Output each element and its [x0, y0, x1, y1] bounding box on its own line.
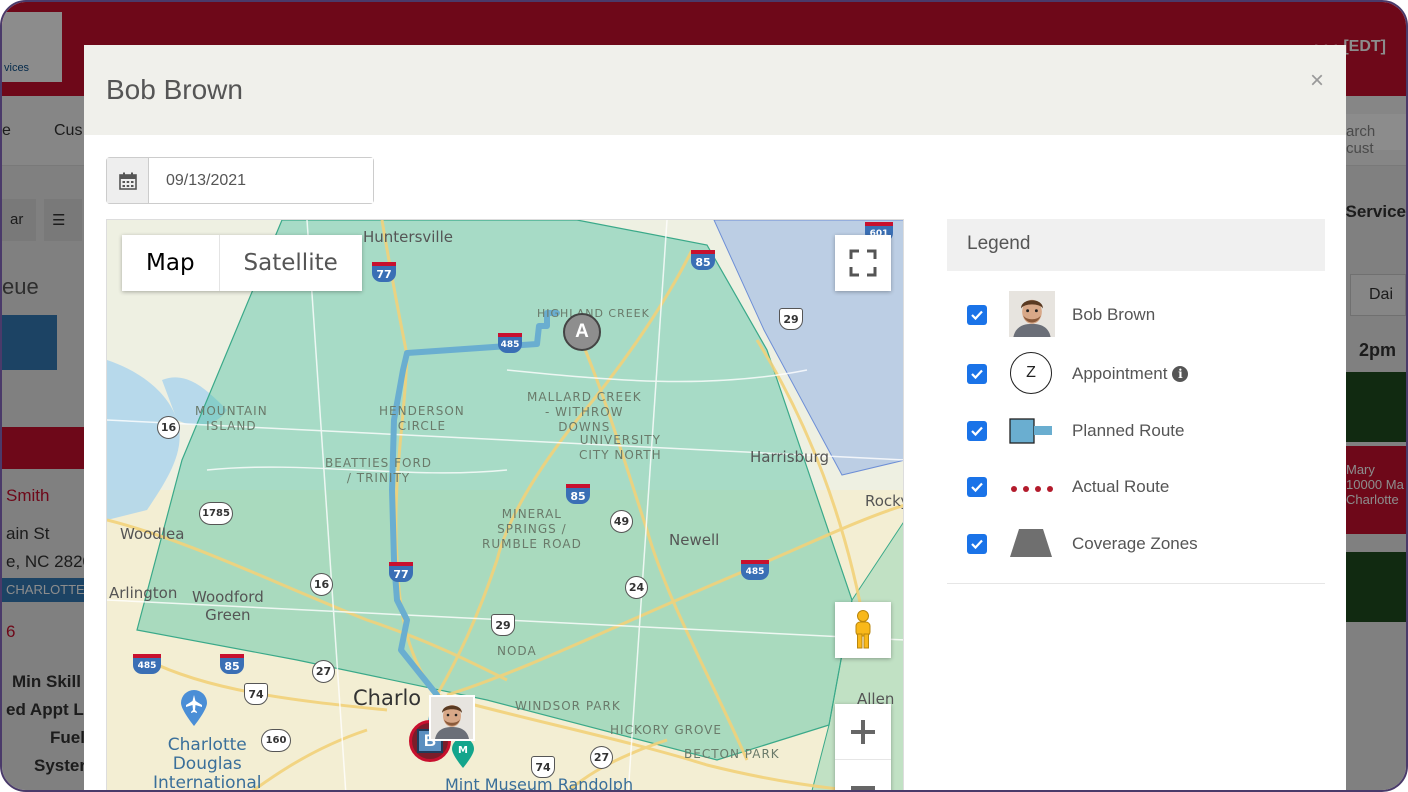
map-label-noda: NODA: [497, 644, 537, 658]
map-label-newell: Newell: [669, 531, 720, 549]
map-label-woodlea: Woodlea: [120, 525, 185, 543]
state-49-shield: 49: [610, 510, 633, 533]
street-view-pegman-button[interactable]: [835, 602, 891, 658]
zoom-in-button[interactable]: [835, 704, 891, 760]
legend-label-actual-route: Actual Route: [1072, 477, 1170, 496]
modal-title: Bob Brown: [106, 74, 243, 105]
appointment-marker-a[interactable]: A: [563, 313, 601, 351]
map-type-map-button[interactable]: Map: [122, 235, 220, 291]
state-1785-shield: 1785: [199, 502, 233, 525]
zoom-control: [835, 704, 891, 790]
planned-route-icon: [1009, 418, 1053, 449]
legend-checkbox-appointment[interactable]: [967, 364, 987, 384]
legend-checkbox-planned-route[interactable]: [967, 421, 987, 441]
close-button[interactable]: ×: [1310, 67, 1324, 95]
map-label-charlotte: Charlo: [353, 686, 422, 710]
interstate-485-shield: 485: [133, 654, 161, 674]
actual-route-icon: [1009, 481, 1055, 499]
interstate-85-shield: 85: [220, 654, 244, 674]
map-label-windsor-park: WINDSOR PARK: [515, 699, 621, 713]
date-field[interactable]: [149, 158, 373, 203]
map-label-arlington: Arlington: [109, 584, 178, 602]
state-27-shield: 27: [590, 746, 613, 769]
legend-label-appointment-text: Appointment: [1072, 364, 1168, 383]
svg-text:M: M: [458, 745, 468, 756]
map-type-satellite-button[interactable]: Satellite: [220, 235, 362, 291]
interstate-85-shield: 85: [566, 484, 590, 504]
map-label-harrisburg: Harrisburg: [750, 448, 829, 466]
legend-title: Legend: [947, 219, 1325, 271]
calendar-icon[interactable]: [107, 158, 149, 203]
interstate-485-shield: 485: [741, 560, 769, 580]
map-label-mallard-creek: MALLARD CREEK - WITHROW DOWNS: [527, 390, 642, 434]
check-icon: [971, 482, 983, 493]
technician-avatar-icon[interactable]: [429, 695, 475, 741]
date-picker[interactable]: [106, 157, 374, 204]
map-label-woodford-green: Woodford Green: [192, 588, 264, 624]
check-icon: [971, 426, 983, 437]
state-16-shield: 16: [310, 573, 333, 596]
check-icon: [971, 310, 983, 321]
us-74-shield: 74: [531, 756, 555, 778]
map-label-henderson-circle: HENDERSON CIRCLE: [379, 404, 465, 433]
minus-icon: [851, 786, 875, 790]
us-74-shield: 74: [244, 683, 268, 705]
legend-item-planned-route: Planned Route: [947, 407, 1325, 455]
legend-checkbox-coverage-zones[interactable]: [967, 534, 987, 554]
state-24-shield: 24: [625, 576, 648, 599]
fullscreen-button[interactable]: [835, 235, 891, 291]
map-label-hickory-grove: HICKORY GROVE: [610, 723, 722, 737]
legend-label-appointment: Appointment i: [1072, 364, 1189, 384]
legend-checkbox-technician[interactable]: [967, 305, 987, 325]
state-27-shield: 27: [312, 660, 335, 683]
technician-avatar-icon: [1009, 291, 1055, 342]
map-type-control: Map Satellite: [122, 235, 362, 291]
modal-header: Bob Brown ×: [84, 45, 1346, 135]
legend-checkbox-actual-route[interactable]: [967, 477, 987, 497]
technician-route-modal: Bob Brown × 09/13/2021 Huntersville HIGH…: [84, 45, 1346, 791]
interstate-485-shield: 485: [498, 333, 522, 353]
legend-label-technician: Bob Brown: [1072, 305, 1156, 324]
interstate-77-shield: 77: [372, 262, 396, 282]
pegman-icon: [855, 610, 871, 649]
map-label-huntersville: Huntersville: [363, 228, 453, 246]
legend-item-coverage-zones: Coverage Zones: [947, 520, 1325, 568]
legend-label-planned-route: Planned Route: [1072, 421, 1185, 440]
check-icon: [971, 369, 983, 380]
interstate-85-shield: 85: [691, 250, 715, 270]
info-icon[interactable]: i: [1172, 366, 1189, 382]
legend-label-coverage-zones: Coverage Zones: [1072, 534, 1198, 553]
state-160-shield: 160: [261, 729, 291, 752]
us-29-shield: 29: [779, 308, 803, 330]
map-label-rocky: Rocky: [865, 492, 903, 510]
map-label-university-city: UNIVERSITY CITY NORTH: [579, 433, 662, 462]
appointment-circle-icon: Z: [1010, 352, 1052, 394]
check-icon: [971, 539, 983, 550]
coverage-zone-icon: [1009, 529, 1053, 562]
route-map[interactable]: Huntersville HIGHLAND CREEK MALLARD CREE…: [106, 219, 904, 791]
state-16-shield: 16: [157, 416, 180, 439]
interstate-77-shield: 77: [389, 562, 413, 582]
us-29-shield: 29: [491, 614, 515, 636]
airport-icon[interactable]: [179, 690, 209, 726]
map-label-mineral-springs: MINERAL SPRINGS / RUMBLE ROAD: [482, 507, 582, 551]
legend-item-technician: Bob Brown: [947, 291, 1325, 339]
legend-item-actual-route: Actual Route: [947, 463, 1325, 511]
legend-item-appointment: Z Appointment i: [947, 350, 1325, 398]
zoom-out-button[interactable]: [835, 760, 891, 790]
fullscreen-icon: [849, 249, 877, 277]
map-label-beatties-ford: BEATTIES FORD / TRINITY: [325, 456, 433, 485]
map-label-mountain-island: MOUNTAIN ISLAND: [195, 404, 268, 433]
map-legend: Legend Bob Brown Z Appointment i Planned …: [947, 219, 1325, 584]
map-label-airport[interactable]: Charlotte Douglas International: [153, 736, 262, 791]
screenshot-frame: vices · · · [EDT] e Cus arch cust ar ☰ e…: [0, 0, 1408, 792]
plus-icon: [851, 719, 875, 744]
map-label-becton-park: BECTON PARK: [684, 747, 780, 761]
